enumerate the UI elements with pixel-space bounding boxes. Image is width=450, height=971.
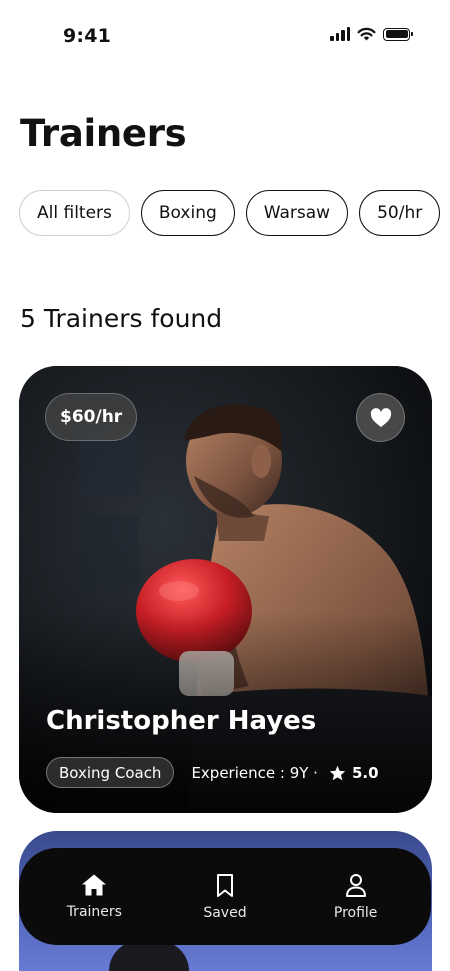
- results-count: 5 Trainers found: [20, 304, 223, 333]
- nav-label-trainers: Trainers: [66, 904, 122, 920]
- trainer-meta: Boxing Coach Experience : 9Y · 5.0: [46, 757, 379, 788]
- trainer-card[interactable]: $60/hr Christopher Hayes Boxing Coach Ex…: [19, 366, 432, 813]
- favorite-button[interactable]: [356, 393, 405, 442]
- nav-item-profile[interactable]: Profile: [301, 873, 411, 921]
- home-icon: [82, 874, 107, 896]
- rating: 5.0: [329, 764, 379, 782]
- trainer-name: Christopher Hayes: [46, 706, 317, 736]
- filter-chip-price[interactable]: 50/hr: [359, 190, 441, 236]
- filter-chip-boxing[interactable]: Boxing: [140, 190, 235, 236]
- nav-label-saved: Saved: [203, 904, 247, 921]
- status-bar: 9:41: [0, 0, 450, 70]
- filter-chip-all-filters[interactable]: All filters: [19, 190, 130, 236]
- trainer-photo-2: [109, 941, 189, 971]
- heart-icon: [370, 407, 391, 427]
- price-badge: $60/hr: [45, 393, 138, 441]
- battery-icon: [383, 27, 413, 41]
- wifi-icon: [357, 27, 376, 41]
- cellular-signal-icon: [330, 27, 350, 41]
- filter-chip-warsaw[interactable]: Warsaw: [245, 190, 349, 236]
- star-icon: [329, 765, 346, 780]
- nav-item-trainers[interactable]: Trainers: [39, 873, 149, 920]
- status-icons: [330, 27, 413, 41]
- status-time: 9:41: [63, 25, 112, 47]
- page-title: Trainers: [20, 112, 187, 155]
- role-badge: Boxing Coach: [46, 757, 175, 788]
- bottom-navigation: Trainers Saved Profile: [19, 848, 431, 945]
- filter-chips: All filters Boxing Warsaw 50/hr: [19, 190, 450, 236]
- user-icon: [345, 873, 366, 897]
- rating-value: 5.0: [351, 763, 379, 782]
- nav-label-profile: Profile: [333, 904, 378, 921]
- experience-text: Experience : 9Y ·: [191, 763, 318, 782]
- nav-item-saved[interactable]: Saved: [170, 873, 280, 921]
- bookmark-icon: [216, 873, 233, 897]
